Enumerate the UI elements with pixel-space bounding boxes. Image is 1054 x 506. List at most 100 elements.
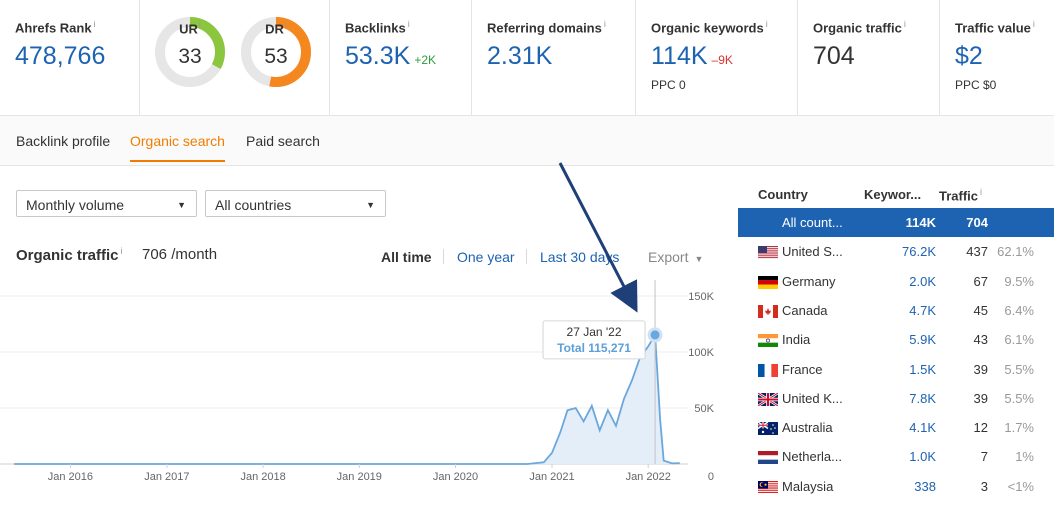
country-keywords[interactable]: 76.2K [902, 244, 936, 259]
country-traffic-share: 9.5% [1004, 273, 1034, 289]
country-keywords[interactable]: 7.8K [909, 391, 936, 406]
country-traffic: 7 [980, 449, 988, 465]
x-tick-label: Jan 2019 [337, 471, 382, 483]
range-one-year[interactable]: One year [457, 249, 515, 265]
x-tick-label: Jan 2021 [529, 471, 574, 483]
info-icon[interactable]: i [285, 20, 287, 30]
x-tick-label: Jan 2018 [240, 471, 285, 483]
volume-select[interactable]: Monthly volume ▼ [16, 190, 197, 217]
tab-organic-search[interactable]: Organic search [130, 133, 225, 162]
tooltip-total: Total 115,271 [557, 341, 631, 355]
country-keywords[interactable]: 1.0K [909, 449, 936, 464]
dr-gauge[interactable]: DRi 53 [238, 14, 314, 90]
table-row[interactable]: Australia 4.1K 12 1.7% [738, 413, 1054, 442]
info-icon[interactable]: i [199, 20, 201, 30]
traffic-value-ppc: PPC $0 [955, 78, 997, 92]
country-name: France [782, 361, 823, 377]
backlinks-value[interactable]: 53.3K +2K [345, 42, 436, 71]
country-keywords[interactable]: 1.5K [909, 362, 936, 377]
country-header[interactable]: Country [758, 187, 808, 202]
countries-select[interactable]: All countries ▼ [205, 190, 386, 217]
volume-select-value: Monthly volume [26, 197, 125, 213]
referring-domains-label: Referring domains i [487, 19, 606, 36]
flag-in-icon [758, 334, 778, 348]
info-icon[interactable]: i [408, 19, 410, 29]
info-icon[interactable]: i [766, 19, 768, 29]
country-name: Malaysia [782, 478, 834, 494]
country-traffic: 45 [973, 302, 988, 318]
tab-paid-search[interactable]: Paid search [246, 133, 320, 149]
country-keywords[interactable]: 114K [906, 215, 936, 230]
info-icon[interactable]: i [94, 19, 96, 29]
organic-keywords-label: Organic keywords i [651, 19, 768, 36]
flag-my-icon [758, 480, 778, 494]
info-icon[interactable]: i [121, 246, 123, 256]
y-tick-label: 100K [688, 347, 714, 359]
country-keywords[interactable]: 338 [914, 479, 936, 494]
country-keywords[interactable]: 4.7K [909, 303, 936, 318]
organic-traffic-chart[interactable]: Jan 2016 Jan 2017 Jan 2018 Jan 2019 Jan 2020… [0, 280, 735, 500]
ur-gauge[interactable]: URi 33 [152, 14, 228, 90]
country-name: Canada [782, 302, 828, 318]
info-icon[interactable]: i [904, 19, 906, 29]
ahrefs-rank-value[interactable]: 478,766 [15, 42, 105, 71]
traffic-header[interactable]: Traffic i [939, 187, 982, 203]
table-row[interactable]: Malaysia 338 3 <1% [738, 472, 1054, 501]
table-row[interactable]: All count... 114K 704 [738, 208, 1054, 237]
organic-keywords-metric: Organic keywords i 114K –9K PPC 0 [636, 0, 798, 116]
country-name: Netherla... [782, 449, 842, 465]
country-table: Country Keywor... Traffic i All count... 1… [738, 166, 1054, 506]
info-icon[interactable]: i [980, 187, 982, 197]
info-icon[interactable]: i [604, 19, 606, 29]
country-traffic: 39 [973, 390, 988, 406]
range-all-time[interactable]: All time [381, 249, 432, 265]
country-keywords[interactable]: 5.9K [909, 332, 936, 347]
country-traffic-share: 5.5% [1004, 390, 1034, 406]
keywords-header[interactable]: Keywor... [864, 187, 921, 202]
chevron-down-icon: ▼ [177, 200, 186, 210]
info-icon[interactable]: i [1033, 19, 1035, 29]
backlinks-metric: Backlinks i 53.3K +2K [330, 0, 472, 116]
x-tick-label: Jan 2020 [433, 471, 478, 483]
country-traffic-share: 1% [1015, 449, 1034, 465]
referring-domains-value[interactable]: 2.31K [487, 42, 552, 71]
tooltip-date: 27 Jan '22 [567, 325, 622, 339]
table-row[interactable]: Netherla... 1.0K 7 1% [738, 442, 1054, 471]
flag-fr-icon [758, 363, 778, 377]
organic-keywords-value[interactable]: 114K –9K [651, 42, 733, 71]
country-name: All count... [782, 215, 843, 230]
dr-label: DRi [265, 20, 287, 37]
dr-value: 53 [264, 45, 288, 68]
flag-nl-icon [758, 451, 778, 465]
table-row[interactable]: United K... 7.8K 39 5.5% [738, 384, 1054, 413]
ahrefs-rank-label: Ahrefs Rank i [15, 19, 96, 36]
flag-us-icon [758, 246, 778, 260]
country-traffic-share: 6.4% [1004, 302, 1034, 318]
table-row[interactable]: France 1.5K 39 5.5% [738, 355, 1054, 384]
table-row[interactable]: United S... 76.2K 437 62.1% [738, 237, 1054, 266]
traffic-value-value[interactable]: $2 [955, 42, 983, 71]
flag-au-icon [757, 421, 778, 436]
table-row[interactable]: Germany 2.0K 67 9.5% [738, 267, 1054, 296]
chevron-down-icon: ▼ [366, 200, 375, 210]
traffic-value-metric: Traffic value i $2 PPC $0 [940, 0, 1054, 116]
range-last-30-days[interactable]: Last 30 days [540, 249, 619, 265]
table-row[interactable]: Canada 4.7K 45 6.4% [738, 296, 1054, 325]
country-keywords[interactable]: 2.0K [909, 274, 936, 289]
y-tick-label: 50K [694, 403, 714, 415]
y-tick-label: 0 [708, 471, 714, 483]
tab-backlink-profile[interactable]: Backlink profile [16, 133, 110, 149]
country-name: Germany [782, 273, 836, 289]
country-keywords[interactable]: 4.1K [909, 420, 936, 435]
export-button[interactable]: Export ▼ [648, 249, 703, 265]
flag-de-icon [758, 275, 778, 289]
organic-traffic-monthly: 706 /month [142, 246, 218, 263]
peak-point[interactable] [647, 327, 663, 343]
table-row[interactable]: India 5.9K 43 6.1% [738, 325, 1054, 354]
organic-traffic-value: 704 [813, 42, 855, 70]
country-traffic-share: <1% [1007, 478, 1034, 494]
country-traffic: 39 [973, 361, 988, 377]
country-traffic-share: 5.5% [1004, 361, 1034, 377]
section-tabs: Backlink profile Organic search Paid sea… [0, 116, 1054, 166]
traffic-value-label: Traffic value i [955, 19, 1035, 36]
